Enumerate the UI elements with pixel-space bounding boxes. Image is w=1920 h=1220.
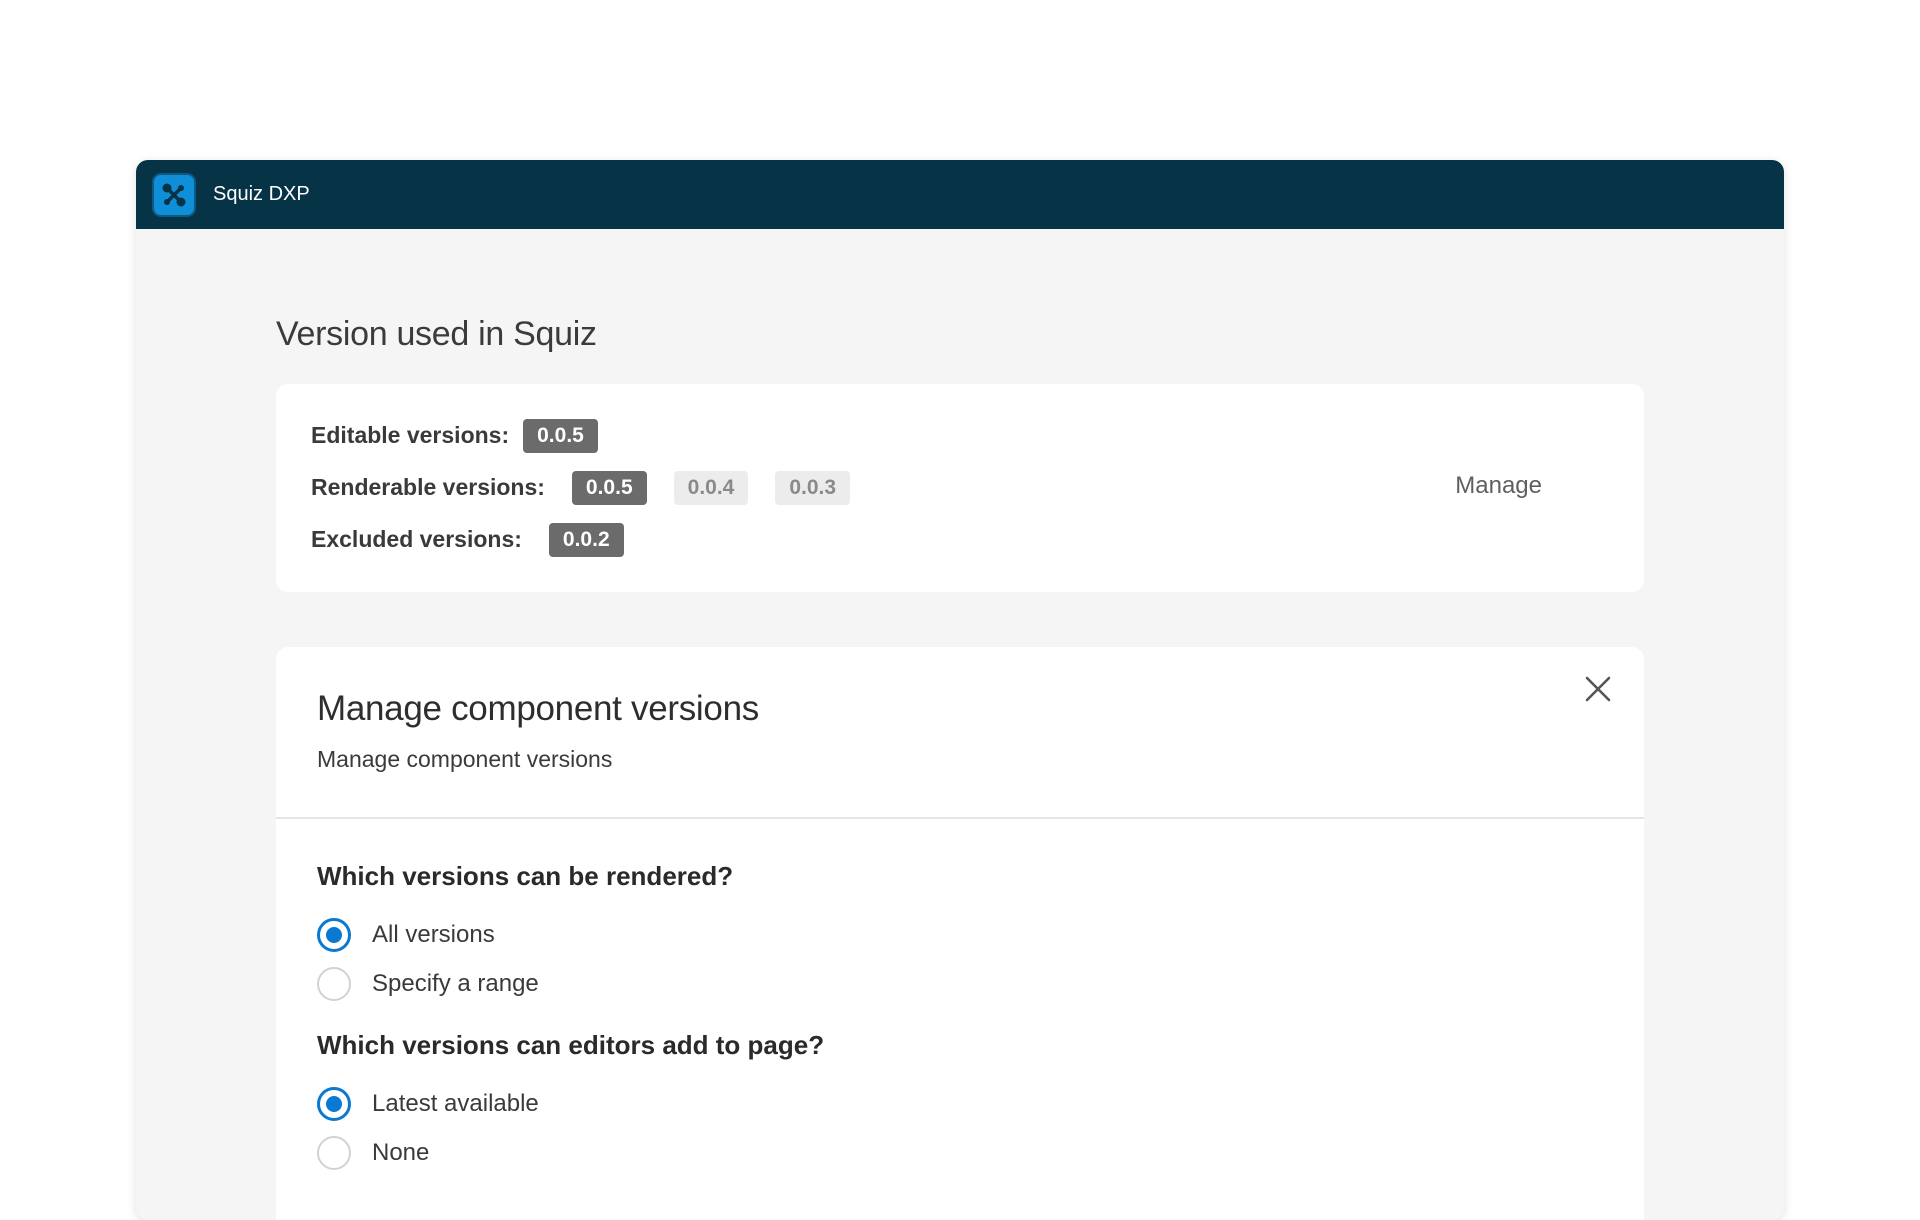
radio-specify-range[interactable]: Specify a range (317, 965, 1603, 1003)
version-badge: 0.0.5 (523, 418, 598, 453)
radio-none[interactable]: None (317, 1134, 1603, 1172)
excluded-versions-label: Excluded versions: (311, 526, 522, 552)
close-button[interactable] (1580, 671, 1616, 707)
app-title: Squiz DXP (213, 183, 310, 205)
excluded-versions-row: Excluded versions: 0.0.2 (311, 522, 1609, 557)
radio-label: Specify a range (372, 970, 539, 997)
radio-all-versions[interactable]: All versions (317, 916, 1603, 954)
dialog-subtitle: Manage component versions (317, 746, 613, 772)
version-badge: 0.0.3 (775, 470, 851, 505)
radio-unchecked-icon[interactable] (317, 1136, 351, 1170)
editor-question: Which versions can editors add to page? (317, 1030, 825, 1060)
squiz-logo-icon (152, 172, 196, 217)
radio-label: None (372, 1139, 430, 1166)
manage-button[interactable]: Manage (1455, 472, 1542, 500)
editable-versions-row: Editable versions: 0.0.5 (311, 418, 1609, 453)
title-bar: Squiz DXP (136, 160, 1784, 229)
dialog-title: Manage component versions (317, 689, 759, 728)
renderable-versions-label: Renderable versions: (311, 474, 545, 500)
dialog-body: Which versions can be rendered? All vers… (276, 819, 1644, 1220)
version-badge: 0.0.5 (571, 470, 647, 505)
versions-card: Editable versions: 0.0.5 Renderable vers… (276, 384, 1644, 592)
renderable-versions-row: Renderable versions: 0.0.5 0.0.4 0.0.3 (311, 470, 1609, 505)
radio-checked-icon[interactable] (317, 1087, 351, 1121)
radio-checked-icon[interactable] (317, 918, 351, 952)
editable-versions-label: Editable versions: (311, 422, 510, 448)
version-badge: 0.0.4 (673, 470, 749, 505)
radio-unchecked-icon[interactable] (317, 967, 351, 1001)
section-title: Version used in Squiz (276, 315, 597, 353)
close-icon (1585, 676, 1611, 702)
main-content: Version used in Squiz Editable versions:… (276, 229, 1644, 1220)
render-question: Which versions can be rendered? (317, 861, 734, 891)
dialog-header: Manage component versions Manage compone… (276, 647, 1644, 819)
radio-label: Latest available (372, 1090, 539, 1117)
app-window: Squiz DXP Version used in Squiz Editable… (136, 160, 1784, 1220)
manage-versions-dialog: Manage component versions Manage compone… (276, 647, 1644, 1220)
radio-latest-available[interactable]: Latest available (317, 1085, 1603, 1123)
version-badge: 0.0.2 (548, 522, 624, 557)
radio-label: All versions (372, 921, 495, 948)
